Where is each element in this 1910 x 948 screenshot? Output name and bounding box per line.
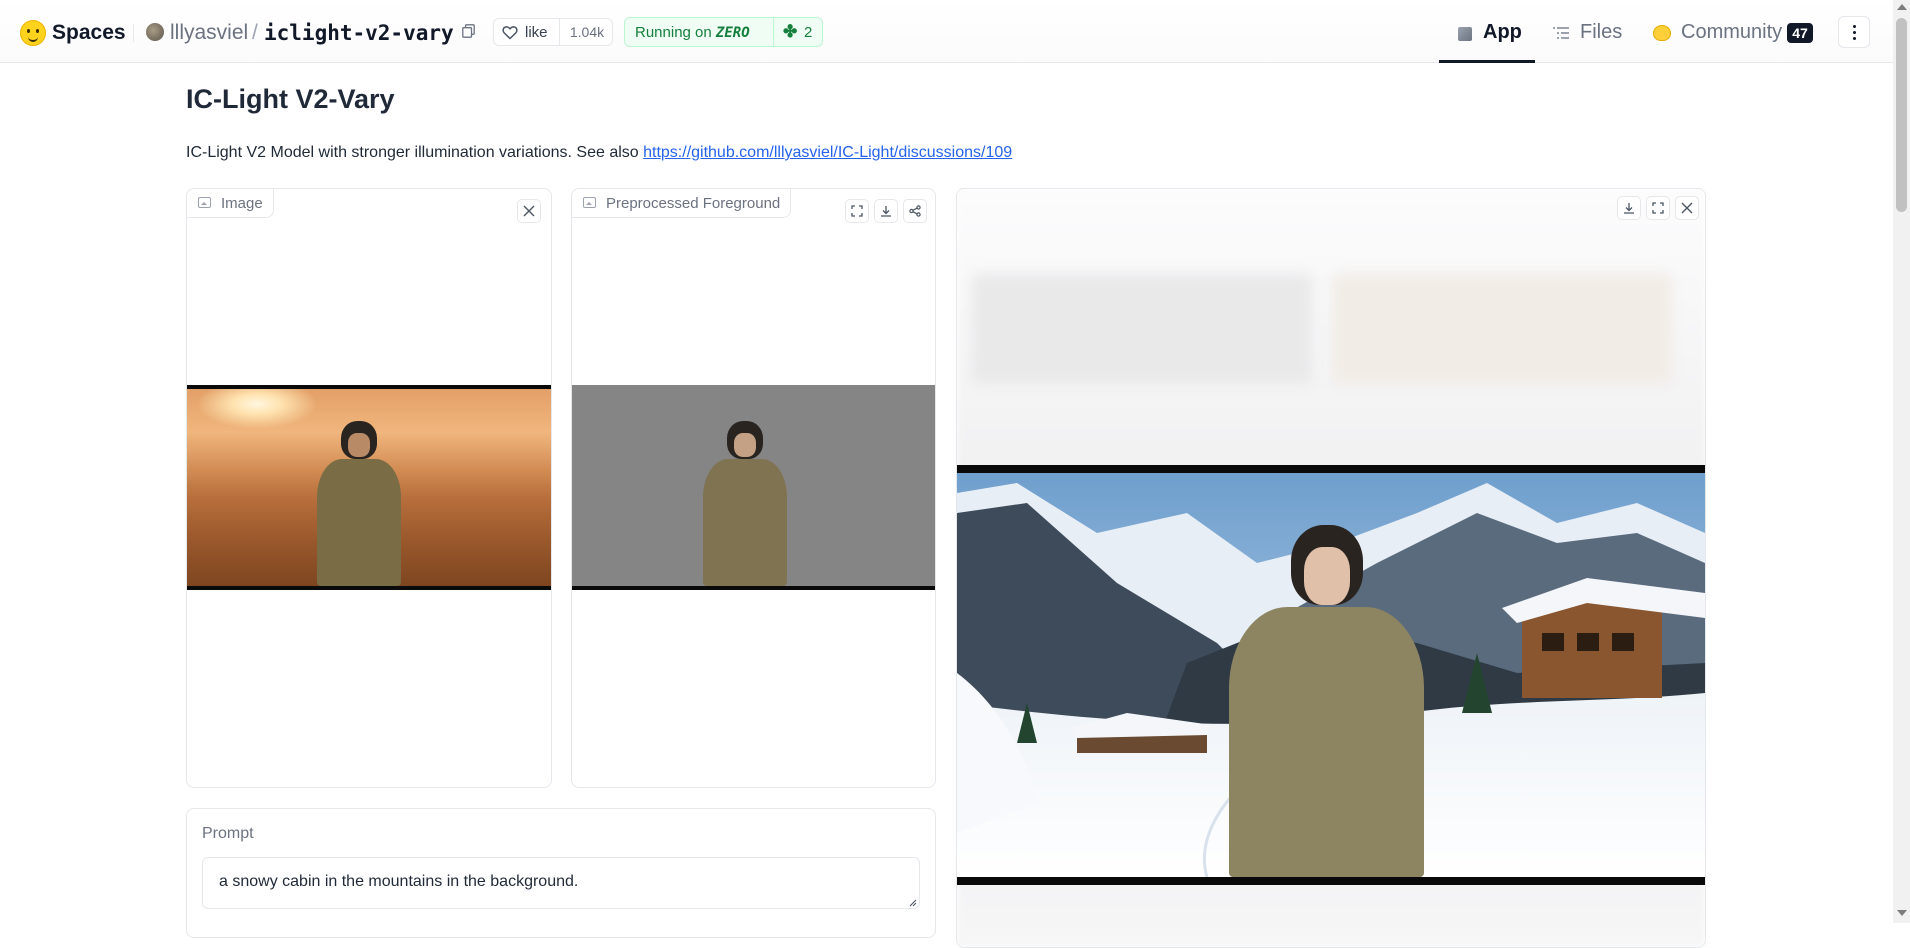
fullscreen-icon [1652,202,1664,214]
header-divider [133,24,134,42]
scroll-up-arrow-icon[interactable] [1897,4,1907,10]
prompt-panel: Prompt a snowy cabin in the mountains in… [186,808,936,938]
prompt-label: Prompt [202,825,254,842]
scroll-thumb[interactable] [1896,18,1907,212]
description-text: IC-Light V2 Model with stronger illumina… [186,144,644,161]
subject-jumpsuit [1229,607,1424,877]
like-count[interactable]: 1.04k [559,19,614,45]
subject-face [1303,547,1350,605]
hugging-face-logo-icon[interactable] [20,20,46,46]
kebab-dot [1853,31,1856,34]
image-panel-label: Image [187,189,274,218]
fullscreen-button[interactable] [845,199,869,223]
scroll-down-arrow-icon[interactable] [1897,910,1907,916]
image-icon [583,197,596,208]
heart-icon [502,26,518,40]
blurred-thumbnail [972,274,1312,384]
close-icon [523,205,535,217]
gallery-download-button[interactable] [1617,196,1641,220]
like-label: like [525,24,548,41]
kebab-dot [1853,37,1856,40]
running-on-label: Running on [635,24,712,41]
prompt-input[interactable]: a snowy cabin in the mountains in the ba… [202,857,920,909]
kebab-dot [1853,25,1856,28]
files-icon [1553,27,1569,39]
tab-app[interactable]: App [1483,21,1522,44]
page-scrollbar[interactable] [1893,0,1910,923]
community-icon [1653,25,1671,41]
share-icon [909,205,921,217]
clear-image-button[interactable] [517,199,541,223]
input-image-panel[interactable]: Image [186,188,552,788]
hardware-label: ZERO [715,25,750,41]
image-label-text: Image [221,195,263,212]
result-gallery-panel [956,188,1706,948]
preprocessed-panel-label: Preprocessed Foreground [572,189,792,218]
subject-figure [703,421,787,586]
blurred-thumbnail [1332,274,1672,384]
tab-community[interactable]: Community [1681,21,1782,44]
input-image [187,385,551,590]
subject-jumpsuit [317,459,401,586]
space-name-link[interactable]: iclight-v2-vary [264,21,454,45]
page-title: IC-Light V2-Vary [186,84,395,114]
share-button[interactable] [903,199,927,223]
subject-figure [317,421,401,586]
preprocessed-foreground-panel: Preprocessed Foreground [571,188,936,788]
close-icon [1681,202,1693,214]
owner-link[interactable]: lllyasviel [170,21,248,45]
gallery-close-button[interactable] [1675,196,1699,220]
image-icon [198,197,211,208]
image-letterbox-bottom [187,586,551,590]
replica-count: 2 [804,24,813,41]
image-letterbox-bottom [572,586,935,590]
fullscreen-icon [851,205,863,217]
runtime-status-badge[interactable]: Running on ZERO ✤ 2 [624,17,823,47]
download-icon [881,206,891,217]
more-options-button[interactable] [1838,16,1870,48]
image-letterbox-bottom [957,877,1705,885]
page-description: IC-Light V2 Model with stronger illumina… [186,144,1012,162]
subject-face [348,433,370,457]
preprocessed-label-text: Preprocessed Foreground [606,195,781,212]
resize-handle-icon[interactable] [909,899,917,907]
subject-jumpsuit [703,459,787,586]
tab-files[interactable]: Files [1580,21,1622,44]
top-navigation-bar: Spaces lllyasviel / iclight-v2-vary like… [0,0,1893,63]
status-divider [773,18,774,46]
discussion-link[interactable]: https://github.com/lllyasviel/IC-Light/d… [643,144,1012,161]
plus-icon: ✤ [783,22,798,41]
active-tab-indicator [1439,60,1535,63]
copy-icon[interactable] [462,24,475,38]
preprocessed-image [572,385,935,590]
community-count-badge: 47 [1787,23,1813,43]
subject-figure [1229,525,1424,877]
owner-avatar[interactable] [146,23,164,41]
gallery-fullscreen-button[interactable] [1646,196,1670,220]
runtime-status-text: Running on ZERO [635,24,750,41]
download-button[interactable] [874,199,898,223]
download-icon [1624,203,1634,214]
like-button[interactable]: like 1.04k [493,18,613,46]
spaces-brand-link[interactable]: Spaces [52,21,126,45]
result-image[interactable] [957,465,1705,885]
app-cube-icon [1458,27,1472,41]
subject-face [734,433,756,457]
path-separator: / [252,21,258,44]
image-letterbox-top [957,465,1705,473]
